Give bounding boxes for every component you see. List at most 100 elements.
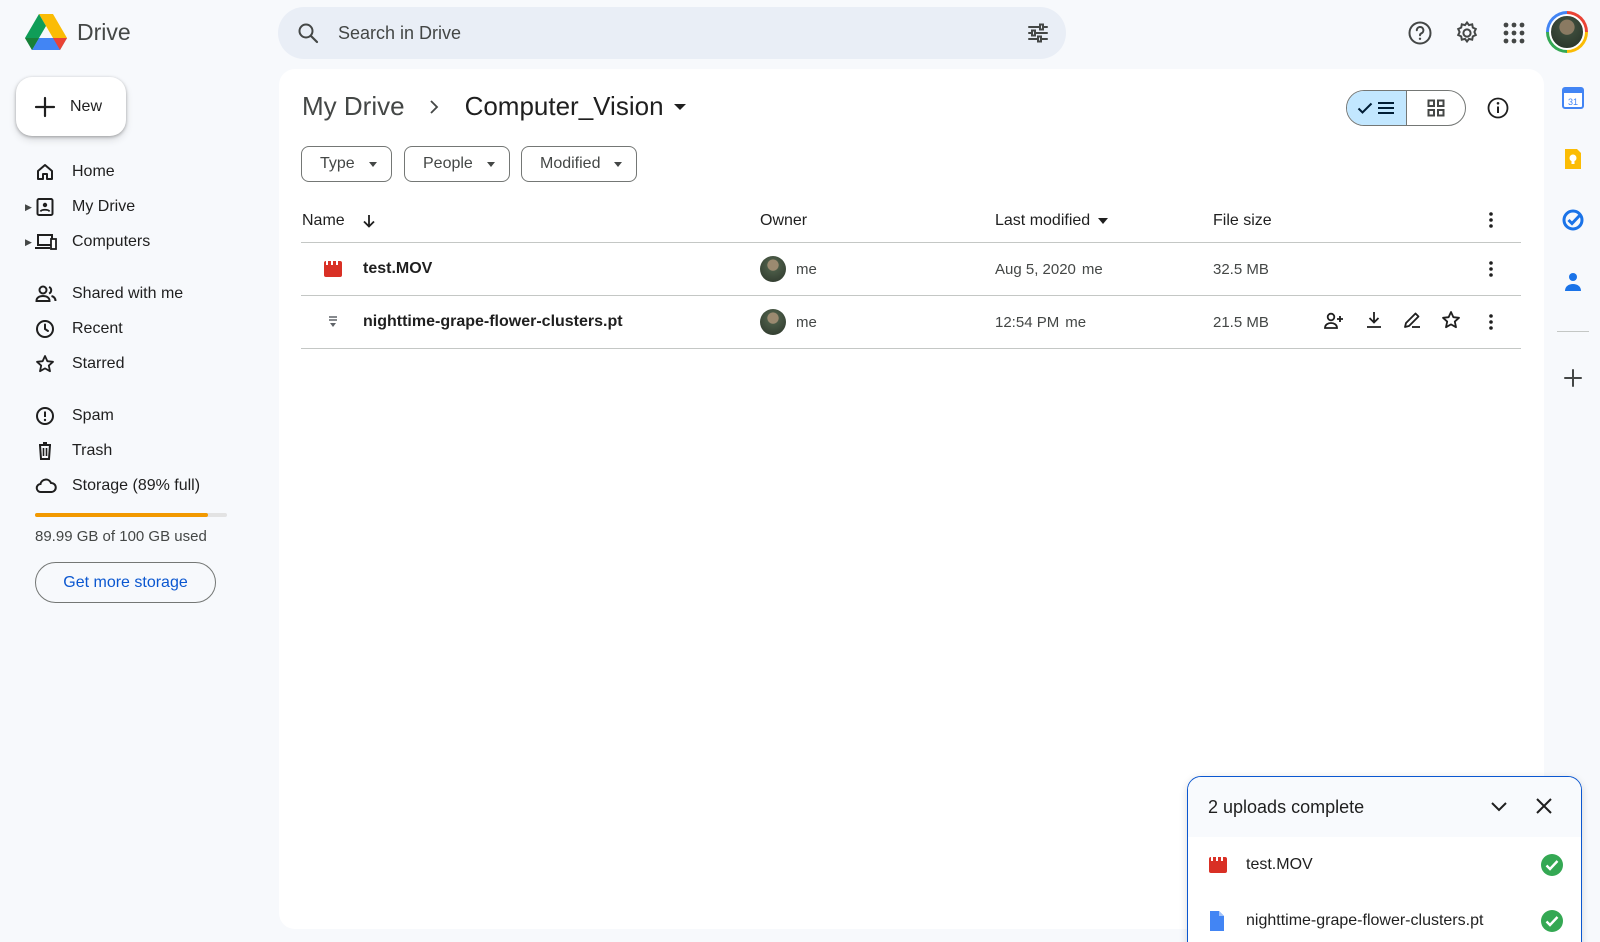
file-modified-date: 12:54 PM: [995, 313, 1060, 331]
search-input[interactable]: [338, 7, 978, 59]
drive-logo[interactable]: Drive: [25, 14, 131, 51]
table-row[interactable]: nighttime-grape-flower-clusters.pt me 12…: [301, 296, 1521, 348]
expand-caret-icon[interactable]: ▶: [25, 202, 32, 213]
upload-panel-title: 2 uploads complete: [1208, 796, 1365, 817]
get-more-storage-button[interactable]: Get more storage: [35, 562, 216, 603]
column-header-last-modified[interactable]: Last modified: [995, 212, 1109, 230]
owner-avatar: [760, 309, 786, 335]
search-bar[interactable]: [278, 7, 1066, 59]
download-icon[interactable]: [1364, 310, 1384, 330]
upload-item[interactable]: test.MOV: [1188, 837, 1581, 893]
people-filter-chip[interactable]: People: [404, 146, 510, 182]
expand-caret-icon[interactable]: ▶: [25, 237, 32, 248]
sidebar-item-computers[interactable]: ▶ Computers: [0, 225, 256, 259]
dropdown-arrow-icon: [368, 161, 377, 167]
upload-complete-check-icon: [1541, 854, 1563, 876]
file-modified-by: me: [1081, 260, 1103, 278]
calendar-icon[interactable]: 31: [1561, 86, 1585, 110]
settings-gear-icon[interactable]: [1450, 16, 1484, 50]
file-owner: me: [796, 313, 817, 331]
apps-grid-icon[interactable]: [1497, 16, 1531, 50]
video-file-icon: [1209, 857, 1227, 873]
type-filter-label: Type: [320, 155, 355, 172]
cloud-icon: [35, 478, 57, 493]
column-header-size-label: File size: [1213, 212, 1272, 229]
file-name[interactable]: nighttime-grape-flower-clusters.pt: [363, 296, 623, 348]
generic-file-icon: [329, 316, 337, 327]
storage-progress-bar: [35, 513, 227, 517]
sidebar-item-my-drive[interactable]: ▶ My Drive: [0, 190, 256, 224]
sidebar-item-starred[interactable]: Starred: [0, 347, 256, 381]
drive-logo-icon: [25, 14, 67, 50]
sidebar-item-label: Starred: [72, 355, 125, 372]
sort-dropdown-icon: [1098, 218, 1109, 224]
contacts-icon[interactable]: [1561, 270, 1585, 294]
chevron-down-icon[interactable]: [1487, 794, 1511, 818]
sidebar-item-label: Shared with me: [72, 285, 184, 302]
type-filter-chip[interactable]: Type: [301, 146, 392, 182]
account-avatar[interactable]: [1546, 11, 1588, 53]
owner-avatar: [760, 256, 786, 282]
upload-item[interactable]: nighttime-grape-flower-clusters.pt: [1188, 893, 1581, 942]
dropdown-arrow-icon: [486, 161, 495, 167]
plus-icon: [34, 96, 56, 117]
column-header-owner[interactable]: Owner: [760, 212, 807, 230]
sidebar-item-shared-with-me[interactable]: Shared with me: [0, 277, 256, 311]
more-vert-icon[interactable]: [1489, 261, 1493, 277]
sidebar-item-storage[interactable]: Storage (89% full): [0, 469, 256, 503]
rail-divider: [1557, 331, 1589, 332]
video-file-icon: [324, 261, 342, 277]
sort-arrow-down-icon[interactable]: [361, 213, 377, 229]
new-button[interactable]: New: [16, 77, 126, 136]
people-filter-label: People: [423, 155, 473, 172]
more-vert-icon[interactable]: [1489, 314, 1493, 330]
add-addon-plus-icon[interactable]: [1561, 366, 1585, 390]
share-add-person-icon[interactable]: [1323, 310, 1345, 332]
computers-icon: [35, 234, 57, 250]
check-icon: [1358, 102, 1373, 114]
star-icon: [36, 355, 54, 373]
folder-menu-dropdown-icon[interactable]: [673, 103, 686, 110]
tasks-icon[interactable]: [1561, 208, 1585, 232]
sidebar-item-recent[interactable]: Recent: [0, 312, 256, 346]
list-view-button[interactable]: [1347, 91, 1407, 125]
column-header-name[interactable]: Name: [302, 212, 377, 230]
sidebar-item-label: Spam: [72, 407, 114, 424]
list-icon: [1378, 102, 1395, 114]
rename-pencil-icon[interactable]: [1402, 310, 1422, 330]
close-icon[interactable]: [1532, 794, 1556, 818]
app-name: Drive: [77, 19, 131, 45]
table-row[interactable]: test.MOV me Aug 5, 2020 me 32.5 MB: [301, 243, 1521, 295]
keep-icon[interactable]: [1561, 147, 1585, 171]
dropdown-arrow-icon: [614, 161, 623, 167]
star-icon[interactable]: [1441, 310, 1461, 330]
upload-status-panel: 2 uploads complete test.MOV nighttime-gr…: [1187, 776, 1582, 942]
sidebar-item-home[interactable]: Home: [0, 155, 256, 189]
search-icon[interactable]: [296, 21, 320, 45]
column-header-owner-label: Owner: [760, 212, 808, 229]
sidebar-item-label: Computers: [72, 233, 151, 250]
sidebar-item-trash[interactable]: Trash: [0, 434, 256, 468]
file-name[interactable]: test.MOV: [363, 243, 432, 295]
divider: [301, 348, 1521, 349]
breadcrumb-root[interactable]: My Drive: [302, 91, 405, 122]
sidebar-item-spam[interactable]: Spam: [0, 399, 256, 433]
column-header-name-label: Name: [302, 212, 345, 229]
column-header-file-size[interactable]: File size: [1213, 212, 1272, 230]
breadcrumb: My Drive Computer_Vision: [302, 91, 686, 122]
upload-panel-header: 2 uploads complete: [1188, 777, 1581, 837]
help-icon[interactable]: [1403, 16, 1437, 50]
breadcrumb-current-folder[interactable]: Computer_Vision: [465, 91, 664, 122]
info-icon[interactable]: [1483, 93, 1513, 123]
sidebar-item-label: Storage (89% full): [72, 477, 201, 494]
my-drive-icon: [36, 198, 54, 216]
search-options-icon[interactable]: [1026, 21, 1050, 45]
svg-text:31: 31: [1568, 97, 1578, 107]
chevron-right-icon: [429, 99, 438, 114]
upload-file-name: nighttime-grape-flower-clusters.pt: [1246, 912, 1484, 929]
people-icon: [35, 285, 57, 302]
modified-filter-chip[interactable]: Modified: [521, 146, 638, 182]
storage-progress-fill: [35, 513, 208, 517]
grid-view-button[interactable]: [1407, 91, 1466, 125]
more-vert-icon[interactable]: [1489, 212, 1493, 228]
